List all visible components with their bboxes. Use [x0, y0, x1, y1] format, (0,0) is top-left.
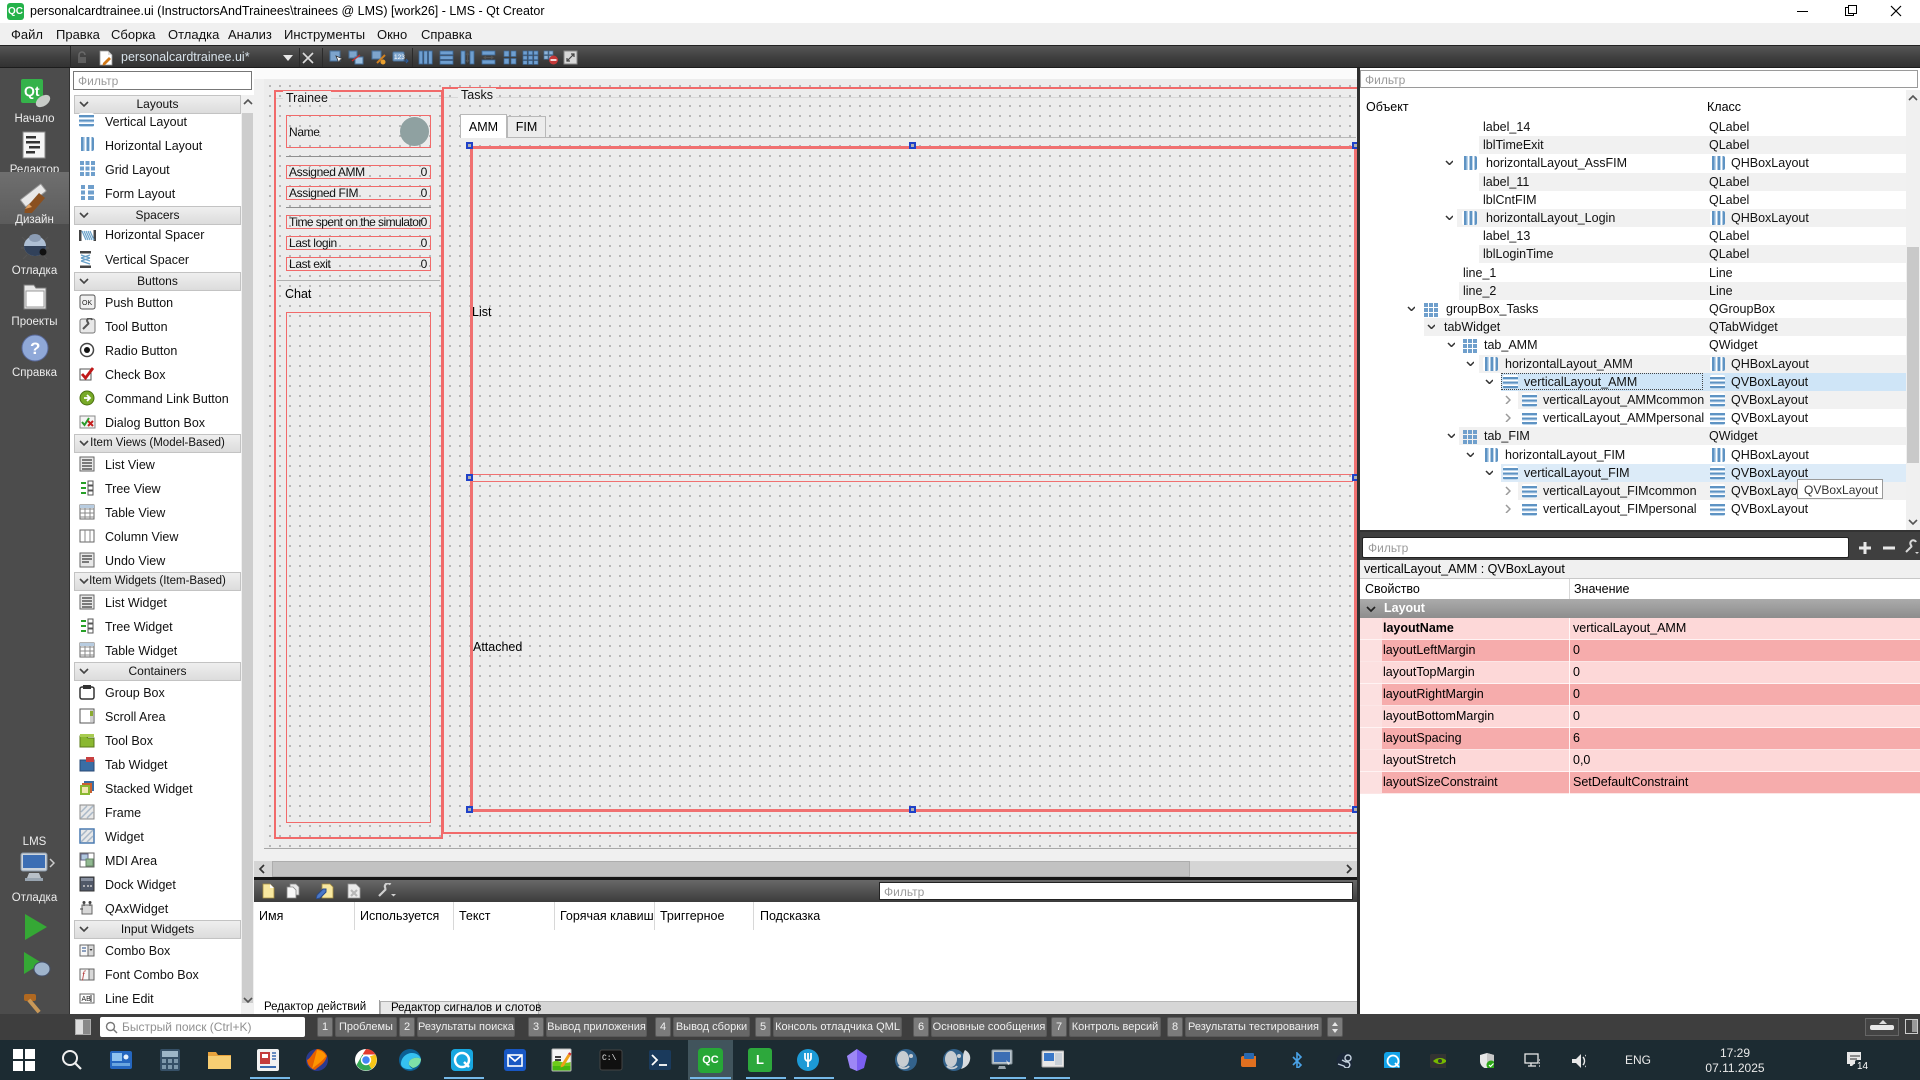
- svg-text:AB: AB: [82, 996, 92, 1003]
- svg-text:OK: OK: [82, 300, 92, 307]
- svg-text:Qt: Qt: [24, 83, 40, 99]
- svg-text:123: 123: [394, 54, 405, 61]
- svg-text:C:\: C:\: [602, 1054, 617, 1063]
- svg-text:?: ?: [30, 339, 40, 358]
